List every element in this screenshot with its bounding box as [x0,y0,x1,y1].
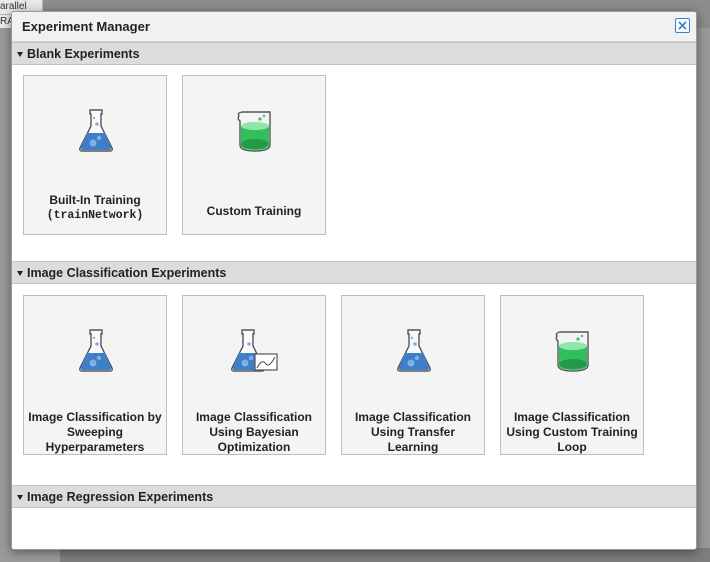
flask-icon [397,329,431,372]
tile-icon-area [501,296,643,402]
section-header-image-classification[interactable]: Image Classification Experiments [12,261,696,284]
collapse-triangle-icon[interactable] [17,52,23,57]
tile-icon-area [24,76,166,182]
tile-custom-training[interactable]: Custom Training [182,75,326,235]
tile-caption: Built-In Training (trainNetwork) [46,193,144,222]
background-shadow [60,548,710,562]
tile-bayesian-optimization[interactable]: Image Classification Using Bayesian Opti… [182,295,326,455]
section-header-image-regression[interactable]: Image Regression Experiments [12,485,696,508]
tile-transfer-learning[interactable]: Image Classification Using Transfer Lear… [341,295,485,455]
tile-caption: Image Classification Using Custom Traini… [506,410,638,454]
tile-icon-area [183,296,325,402]
tile-built-in-training[interactable]: Built-In Training (trainNetwork) [23,75,167,235]
flask-chart-icon [231,329,278,372]
beaker-icon [237,111,271,152]
flask-icon [79,329,113,372]
close-icon [678,21,687,30]
section-header-blank-experiments[interactable]: Blank Experiments [12,42,696,65]
tile-icon-area [24,296,166,402]
tile-caption: Image Classification Using Transfer Lear… [354,410,472,454]
experiment-manager-dialog: Experiment Manager Blank Experiments Bui… [11,11,697,550]
section-label: Image Classification Experiments [27,266,227,280]
beaker-icon [555,331,589,372]
flask-icon [79,109,113,152]
tile-custom-training-loop[interactable]: Image Classification Using Custom Traini… [500,295,644,455]
tile-icon-area [183,76,325,182]
close-button[interactable] [675,18,690,33]
tile-caption: Image Classification Using Bayesian Opti… [195,410,313,454]
tile-icon-area [342,296,484,402]
dialog-title: Experiment Manager [22,19,150,34]
collapse-triangle-icon[interactable] [17,271,23,276]
tile-sweeping-hyperparameters[interactable]: Image Classification by Sweeping Hyperpa… [23,295,167,455]
dialog-titlebar: Experiment Manager [12,12,696,42]
collapse-triangle-icon[interactable] [17,495,23,500]
tile-caption: Image Classification by Sweeping Hyperpa… [28,410,162,454]
section-label: Blank Experiments [27,47,140,61]
tile-caption: Custom Training [206,204,302,218]
section-label: Image Regression Experiments [27,490,214,504]
